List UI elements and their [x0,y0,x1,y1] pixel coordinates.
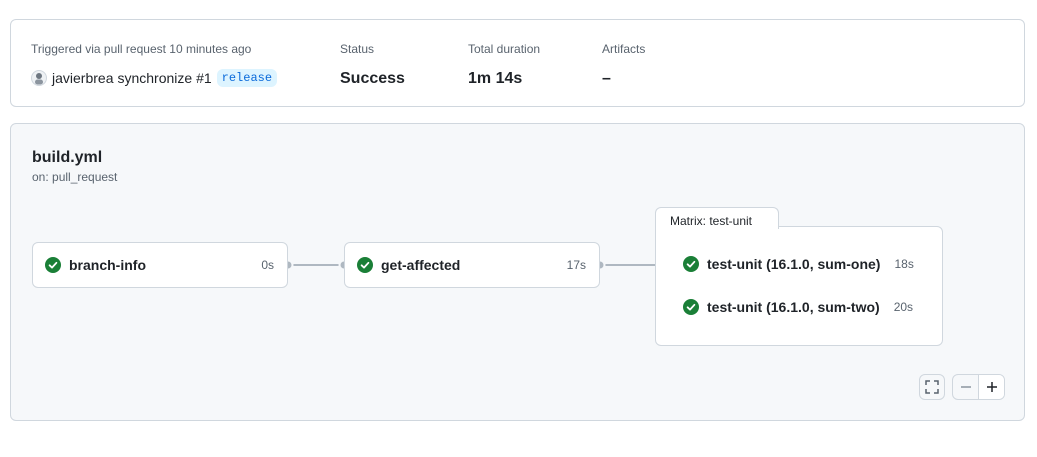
duration-section: Total duration 1m 14s [468,42,540,89]
job-get-affected[interactable]: get-affected 17s [344,242,600,288]
workflow-trigger: on: pull_request [32,170,118,184]
check-circle-icon [357,257,373,273]
status-section: Status Success [340,42,405,89]
job-duration: 17s [566,258,586,272]
status-label: Status [340,42,375,56]
matrix-group-test-unit: test-unit (16.1.0, sum-one) 18s test-uni… [655,226,943,346]
artifacts-value: – [602,70,611,87]
artifacts-section: Artifacts – [602,42,645,89]
workflow-file-name[interactable]: build.yml [32,148,102,168]
check-circle-icon [683,299,699,315]
avatar-image-icon [35,73,43,85]
event-text[interactable]: synchronize #1 [117,68,211,88]
matrix-job-sum-two[interactable]: test-unit (16.1.0, sum-two) 20s [683,299,913,315]
job-name: branch-info [69,257,146,273]
job-name: test-unit (16.1.0, sum-one) [707,256,881,272]
job-name: get-affected [381,257,461,273]
avatar[interactable] [31,70,47,86]
fullscreen-icon [925,380,939,394]
trigger-details: javierbrea synchronize #1 release [31,68,278,88]
zoom-controls [952,374,1005,400]
trigger-section: Triggered via pull request 10 minutes ag… [31,42,278,88]
job-name: test-unit (16.1.0, sum-two) [707,299,880,315]
check-circle-icon [45,257,61,273]
minus-icon [960,386,971,388]
actor-link[interactable]: javierbrea [52,68,113,88]
job-duration: 18s [894,257,914,271]
zoom-in-button[interactable] [978,375,1004,399]
job-duration: 0s [261,258,274,272]
branch-badge[interactable]: release [216,69,278,87]
fullscreen-button[interactable] [919,374,945,400]
status-value: Success [340,70,405,87]
trigger-label: Triggered via pull request 10 minutes ag… [31,42,252,56]
plus-icon [986,382,997,392]
matrix-label[interactable]: Matrix: test-unit [655,207,779,229]
duration-value: 1m 14s [468,70,523,87]
matrix-job-sum-one[interactable]: test-unit (16.1.0, sum-one) 18s [683,256,914,272]
job-duration: 20s [893,300,914,314]
duration-label: Total duration [468,42,541,56]
check-circle-icon [683,256,699,272]
artifacts-label: Artifacts [602,42,646,56]
workflow-graph: build.yml on: pull_request branch-info 0… [10,123,1025,421]
job-branch-info[interactable]: branch-info 0s [32,242,288,288]
run-summary-card: Triggered via pull request 10 minutes ag… [10,19,1025,107]
zoom-out-button[interactable] [953,375,978,399]
